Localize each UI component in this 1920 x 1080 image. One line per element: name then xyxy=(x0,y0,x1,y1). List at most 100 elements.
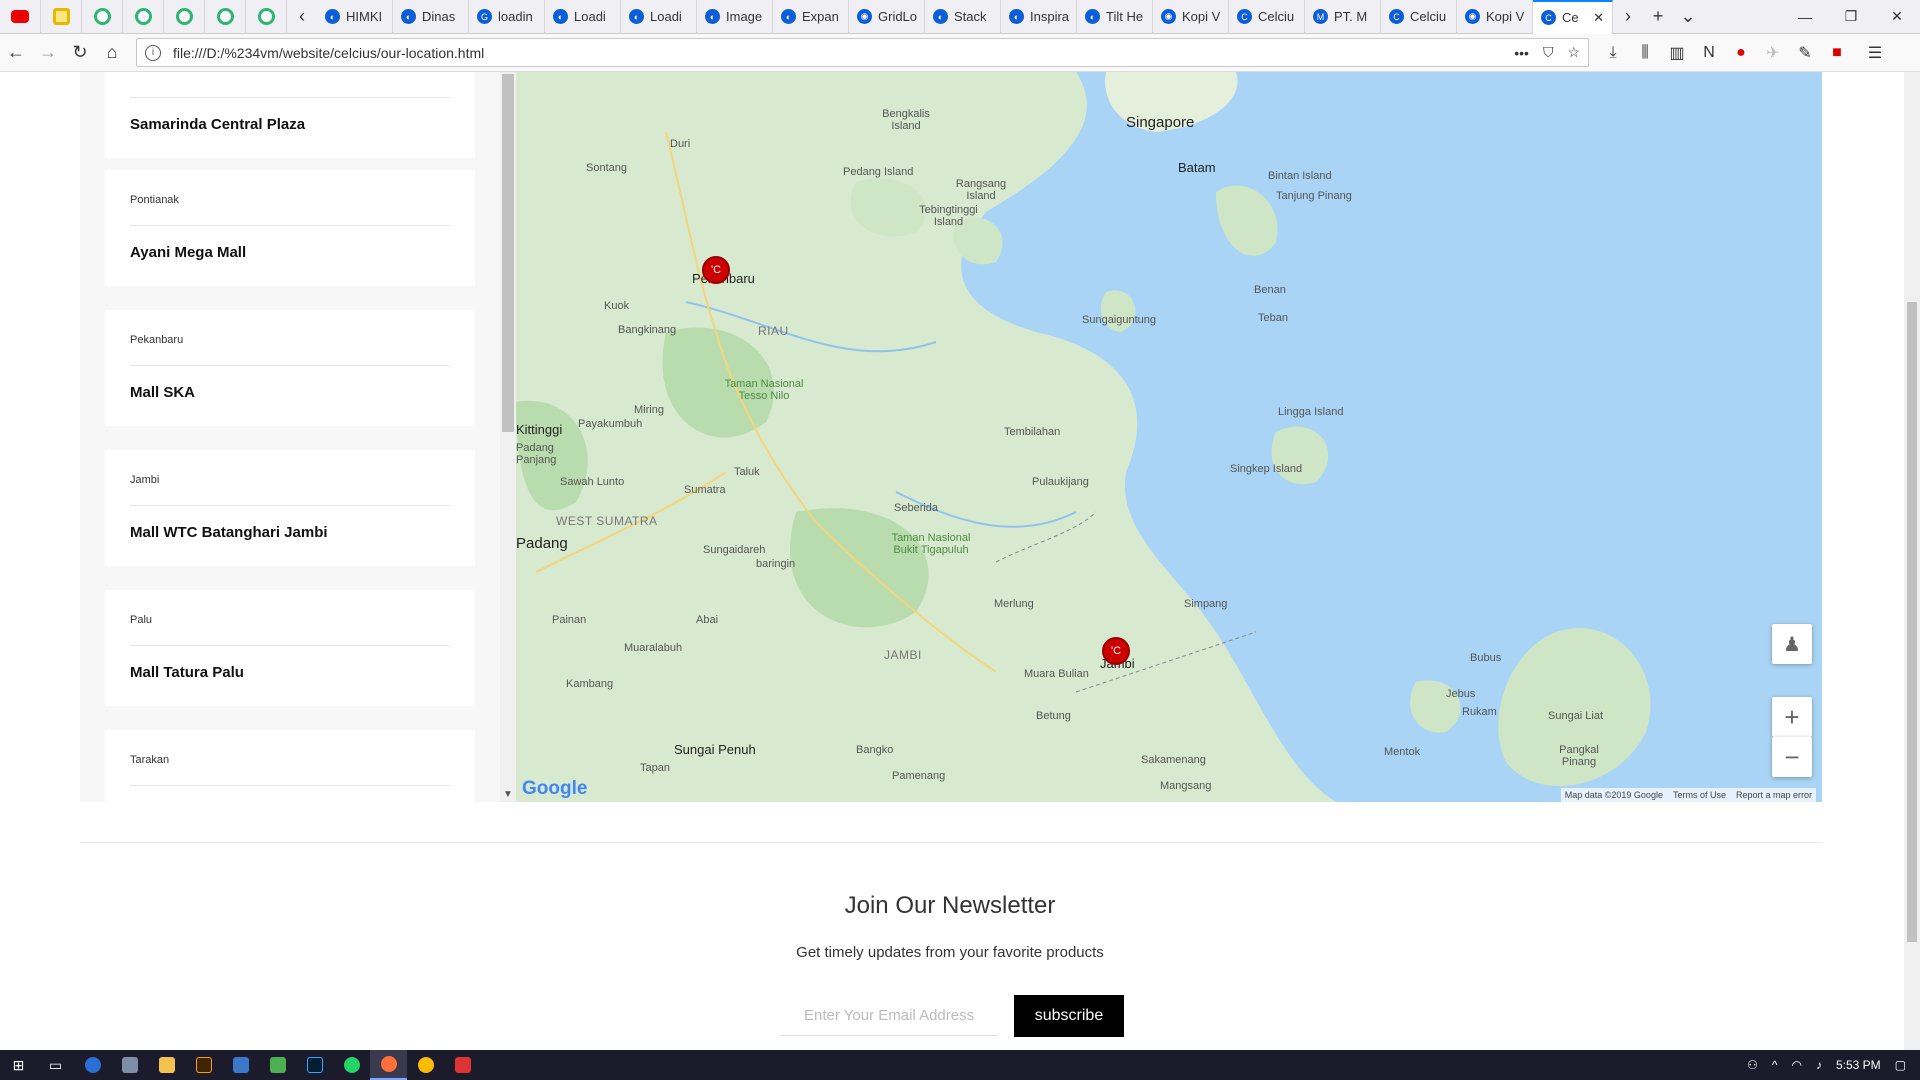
adblock-icon[interactable]: ● xyxy=(1725,44,1757,62)
page-scrollbar[interactable] xyxy=(1904,72,1920,1050)
app-icon[interactable] xyxy=(259,1050,296,1080)
location-card[interactable]: Jambi Mall WTC Batanghari Jambi xyxy=(105,450,475,566)
app-icon[interactable] xyxy=(74,1050,111,1080)
pinned-tab[interactable] xyxy=(82,0,123,34)
extension-red-icon[interactable]: ■ xyxy=(1821,44,1853,62)
divider xyxy=(130,505,450,506)
close-tab-icon[interactable]: ✕ xyxy=(1593,10,1604,26)
zoom-in-button[interactable]: + xyxy=(1772,697,1812,737)
app-icon[interactable] xyxy=(444,1050,481,1080)
home-icon[interactable]: ⌂ xyxy=(96,34,128,72)
volume-icon[interactable]: ♪ xyxy=(1816,1058,1822,1072)
firefox-icon[interactable] xyxy=(370,1050,407,1080)
extension-icon[interactable]: ✈ xyxy=(1757,43,1789,63)
location-city: Pontianak xyxy=(130,194,179,206)
map-marker-jambi[interactable]: 'C xyxy=(1102,637,1130,665)
tab[interactable]: ◉ Kopi V xyxy=(1153,0,1229,34)
scrollbar-thumb[interactable] xyxy=(1907,302,1917,942)
reload-icon[interactable]: ↻ xyxy=(64,34,96,72)
map[interactable]: Singapore Batam Bintan Island Tanjung Pi… xyxy=(516,72,1822,802)
bookmark-star-icon[interactable]: ☆ xyxy=(1567,44,1580,61)
people-icon[interactable]: ⚇ xyxy=(1747,1058,1758,1072)
location-list[interactable]: Samarinda Central Plaza Pontianak Ayani … xyxy=(80,72,500,802)
extension-n-icon[interactable]: N xyxy=(1693,44,1725,62)
pinned-tab[interactable] xyxy=(164,0,205,34)
show-hidden-icons-icon[interactable]: ^ xyxy=(1772,1058,1778,1072)
scroll-down-arrow-icon[interactable]: ▼ xyxy=(500,789,516,800)
location-card[interactable]: Palu Mall Tatura Palu xyxy=(105,590,475,706)
eyedropper-icon[interactable]: ✎ xyxy=(1789,43,1821,63)
location-card[interactable]: Samarinda Central Plaza xyxy=(105,72,475,158)
url-text[interactable]: file:///D:/%234vm/website/celcius/our-lo… xyxy=(173,45,1514,61)
email-input[interactable] xyxy=(780,996,998,1036)
downloads-icon[interactable]: ⤓ xyxy=(1597,44,1629,62)
map-label: Batam xyxy=(1178,160,1216,175)
start-windows-icon[interactable]: ⊞ xyxy=(0,1050,37,1080)
info-icon[interactable]: i xyxy=(145,44,161,61)
whatsapp-icon[interactable] xyxy=(333,1050,370,1080)
tab[interactable]: ◐ Dinas xyxy=(393,0,469,34)
sidebar-icon[interactable]: ▥ xyxy=(1661,43,1693,63)
tab[interactable]: ◐ Image xyxy=(697,0,773,34)
page-actions-icon[interactable]: ••• xyxy=(1514,45,1529,61)
task-view-icon[interactable]: ▭ xyxy=(37,1050,74,1080)
tab[interactable]: ◐ Tilt He xyxy=(1077,0,1153,34)
list-tabs-icon[interactable]: ⌄ xyxy=(1673,0,1703,34)
tab[interactable]: ◐ Loadi xyxy=(545,0,621,34)
street-view-pegman-icon[interactable]: ♟ xyxy=(1772,624,1812,664)
forward-icon[interactable]: → xyxy=(32,34,64,72)
pinned-tab[interactable] xyxy=(0,0,41,34)
tab[interactable]: ◉ GridLo xyxy=(849,0,925,34)
network-icon[interactable]: ◠ xyxy=(1791,1058,1801,1072)
menu-icon[interactable]: ☰ xyxy=(1859,43,1891,63)
file-explorer-icon[interactable] xyxy=(148,1050,185,1080)
tab[interactable]: ◉ Kopi V xyxy=(1457,0,1533,34)
pinned-tab[interactable] xyxy=(123,0,164,34)
map-label: Muara Bulian xyxy=(1024,668,1089,680)
library-icon[interactable]: ⫼ xyxy=(1629,44,1661,62)
tab[interactable]: M PT. M xyxy=(1305,0,1381,34)
address-bar[interactable]: i file:///D:/%234vm/website/celcius/our-… xyxy=(136,38,1589,67)
site-favicon-icon: ◐ xyxy=(325,9,340,24)
photoshop-icon[interactable] xyxy=(296,1050,333,1080)
scroll-tabs-left-icon[interactable]: ‹ xyxy=(287,0,317,34)
pocket-icon[interactable]: ⛉ xyxy=(1543,44,1554,61)
location-card[interactable]: Pekanbaru Mall SKA xyxy=(105,310,475,426)
tab[interactable]: Gloadin xyxy=(469,0,545,34)
tab[interactable]: ◐ Stack xyxy=(925,0,1001,34)
scroll-tabs-right-icon[interactable]: › xyxy=(1613,0,1643,34)
app-icon[interactable] xyxy=(222,1050,259,1080)
terms-link[interactable]: Terms of Use xyxy=(1673,790,1726,800)
report-error-link[interactable]: Report a map error xyxy=(1736,790,1812,800)
chrome-icon[interactable] xyxy=(407,1050,444,1080)
location-card[interactable]: Tarakan xyxy=(105,730,475,802)
close-window-icon[interactable]: ✕ xyxy=(1874,0,1920,34)
pinned-tab[interactable] xyxy=(205,0,246,34)
site-favicon-icon: ◐ xyxy=(1009,9,1024,24)
location-list-scrollbar[interactable]: ▼ xyxy=(500,72,516,802)
location-card[interactable]: Pontianak Ayani Mega Mall xyxy=(105,170,475,286)
zoom-out-button[interactable]: − xyxy=(1772,737,1812,777)
tab[interactable]: ◐ HIMKI xyxy=(317,0,393,34)
pinned-tab[interactable] xyxy=(246,0,287,34)
notifications-icon[interactable]: ▢ xyxy=(1895,1058,1906,1072)
app-icon[interactable] xyxy=(111,1050,148,1080)
scrollbar-thumb[interactable] xyxy=(502,74,514,432)
tab[interactable]: C Celciu xyxy=(1381,0,1457,34)
tab[interactable]: ◐ Loadi xyxy=(621,0,697,34)
clock[interactable]: 5:53 PM xyxy=(1836,1058,1881,1072)
tab[interactable]: C Celciu xyxy=(1229,0,1305,34)
restore-icon[interactable]: ❐ xyxy=(1828,0,1874,34)
pinned-tab[interactable] xyxy=(41,0,82,34)
subscribe-button[interactable]: subscribe xyxy=(1014,995,1124,1037)
map-marker-pekanbaru[interactable]: 'C xyxy=(702,256,730,284)
tab[interactable]: ◐ Inspira xyxy=(1001,0,1077,34)
illustrator-icon[interactable] xyxy=(185,1050,222,1080)
new-tab-icon[interactable]: + xyxy=(1643,0,1673,34)
minimize-icon[interactable]: — xyxy=(1782,0,1828,34)
map-label: Sakamenang xyxy=(1141,754,1206,766)
tab-active[interactable]: C Ce ✕ xyxy=(1533,0,1613,34)
back-icon[interactable]: ← xyxy=(0,34,32,72)
youtube-icon xyxy=(11,10,29,23)
tab[interactable]: ◐ Expan xyxy=(773,0,849,34)
